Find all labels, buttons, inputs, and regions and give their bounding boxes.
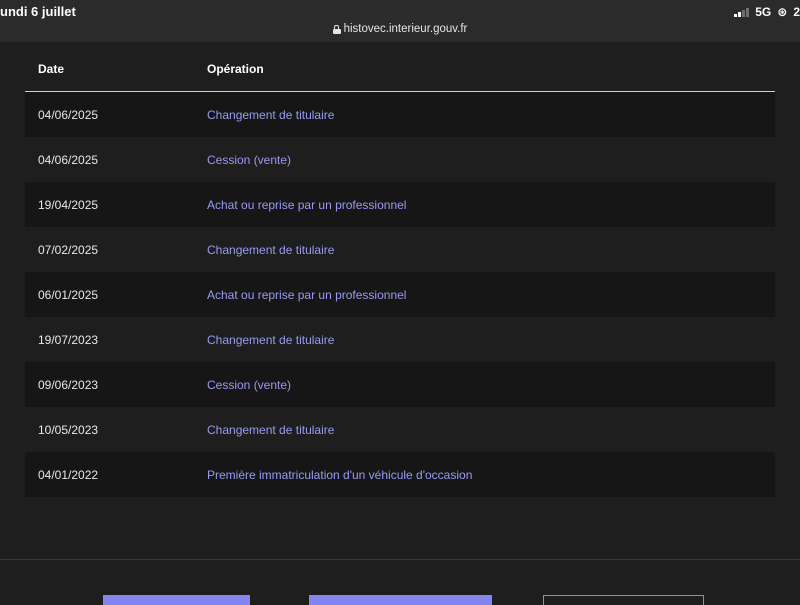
cell-date: 07/02/2025 [38, 243, 99, 257]
cell-date: 10/05/2023 [38, 423, 99, 437]
secondary-button[interactable] [543, 595, 704, 605]
operation-link[interactable]: Cession (vente) [207, 153, 291, 167]
operation-link[interactable]: Première immatriculation d'un véhicule d… [207, 468, 472, 482]
header-operation: Opération [207, 62, 264, 76]
cell-date: 04/01/2022 [38, 468, 99, 482]
table-row: 06/01/2025 Achat ou reprise par un profes… [25, 272, 775, 317]
cell-date: 19/07/2023 [38, 333, 99, 347]
operation-link[interactable]: Achat ou reprise par un professionnel [207, 288, 406, 302]
table-row: 04/06/2025 Changement de titulaire [25, 92, 775, 137]
primary-button-2[interactable] [309, 595, 492, 605]
cell-date: 06/01/2025 [38, 288, 99, 302]
operation-link[interactable]: Achat ou reprise par un professionnel [207, 198, 406, 212]
cell-date: 04/06/2025 [38, 153, 99, 167]
table-row: 10/05/2023 Changement de titulaire [25, 407, 775, 452]
primary-button-1[interactable] [103, 595, 250, 605]
table-row: 04/06/2025 Cession (vente) [25, 137, 775, 182]
table-row: 09/06/2023 Cession (vente) [25, 362, 775, 407]
table-body: 04/06/2025 Changement de titulaire 04/06/2… [25, 92, 775, 497]
status-time: undi 6 juillet [0, 4, 76, 19]
battery-percent-fragment: 2 [793, 5, 800, 19]
operation-link[interactable]: Cession (vente) [207, 378, 291, 392]
network-label: 5G [755, 5, 772, 19]
operation-link[interactable]: Changement de titulaire [207, 333, 334, 347]
table-row: 19/04/2025 Achat ou reprise par un profes… [25, 182, 775, 227]
status-right: 5G ⊛ 2 [734, 5, 800, 19]
table-header: Date Opération [25, 42, 775, 92]
cellular-signal-icon [734, 7, 750, 17]
cell-date: 19/04/2025 [38, 198, 99, 212]
operation-link[interactable]: Changement de titulaire [207, 108, 334, 122]
table-row: 07/02/2025 Changement de titulaire [25, 227, 775, 272]
lock-icon [332, 24, 341, 34]
table-row: 04/01/2022 Première immatriculation d'un … [25, 452, 775, 497]
cell-date: 09/06/2023 [38, 378, 99, 392]
operations-table: Date Opération 04/06/2025 Changement de t… [25, 42, 775, 497]
status-bar: undi 6 juillet 5G ⊛ 2 histovec.interieur… [0, 0, 800, 42]
orientation-lock-icon: ⊛ [777, 5, 788, 19]
url-text: histovec.interieur.gouv.fr [343, 23, 468, 35]
cell-date: 04/06/2025 [38, 108, 99, 122]
header-date: Date [38, 62, 65, 76]
section-divider [0, 559, 800, 560]
address-bar[interactable]: histovec.interieur.gouv.fr [0, 23, 800, 35]
operation-link[interactable]: Changement de titulaire [207, 243, 334, 257]
table-row: 19/07/2023 Changement de titulaire [25, 317, 775, 362]
operation-link[interactable]: Changement de titulaire [207, 423, 334, 437]
page-content: Date Opération 04/06/2025 Changement de t… [0, 42, 800, 605]
